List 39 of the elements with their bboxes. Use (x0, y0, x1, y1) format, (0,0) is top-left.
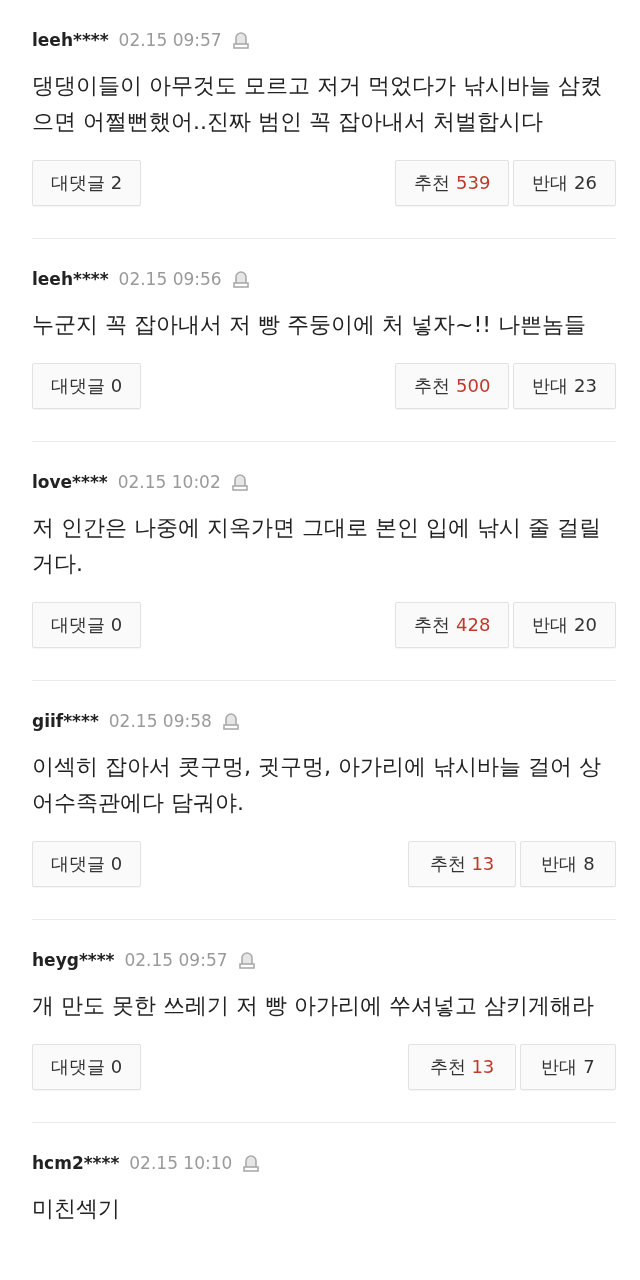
username: leeh**** (32, 30, 109, 50)
downvote-button[interactable]: 반대 20 (513, 602, 616, 648)
upvote-button[interactable]: 추천 13 (408, 841, 516, 887)
alarm-icon[interactable] (237, 950, 256, 970)
username: heyg**** (32, 950, 115, 970)
downvote-button[interactable]: 반대 23 (513, 363, 616, 409)
upvote-button[interactable]: 추천 13 (408, 1044, 516, 1090)
alarm-icon[interactable] (230, 472, 249, 492)
username: giif**** (32, 711, 99, 731)
comment-text: 저 인간은 나중에 지옥가면 그대로 본인 입에 낚시 줄 걸릴거다. (32, 514, 602, 578)
timestamp: 02.15 10:10 (129, 1153, 233, 1173)
comment-text: 미친섹기 (32, 1195, 121, 1223)
reply-button[interactable]: 대댓글 2 (32, 160, 142, 206)
reply-button[interactable]: 대댓글 0 (32, 1044, 142, 1090)
username: hcm2**** (32, 1153, 120, 1173)
reply-button[interactable]: 대댓글 0 (32, 363, 142, 409)
reply-button[interactable]: 대댓글 0 (32, 841, 142, 887)
timestamp: 02.15 09:56 (118, 269, 222, 289)
downvote-button[interactable]: 반대 8 (520, 841, 616, 887)
timestamp: 02.15 09:57 (124, 950, 228, 970)
alarm-icon[interactable] (221, 711, 240, 731)
alarm-icon[interactable] (231, 269, 250, 289)
comment-text: 개 만도 못한 쓰레기 저 빵 아가리에 쑤셔넣고 삼키게해라 (32, 992, 595, 1020)
alarm-icon[interactable] (242, 1153, 261, 1173)
downvote-button[interactable]: 반대 26 (513, 160, 616, 206)
username: love**** (32, 472, 108, 492)
upvote-button[interactable]: 추천 539 (395, 160, 510, 206)
comment-text: 이섹히 잡아서 콧구멍, 귓구멍, 아가리에 낚시바늘 걸어 상어수족관에다 담궈야. (32, 753, 602, 817)
alarm-icon[interactable] (231, 30, 250, 50)
timestamp: 02.15 09:57 (118, 30, 222, 50)
username: leeh**** (32, 269, 109, 289)
comment-text: 누군지 꼭 잡아내서 저 빵 주둥이에 처 넣자~!! 나쁜놈들 (32, 311, 588, 339)
downvote-button[interactable]: 반대 7 (520, 1044, 616, 1090)
upvote-button[interactable]: 추천 428 (395, 602, 510, 648)
upvote-button[interactable]: 추천 500 (395, 363, 510, 409)
comment-text: 댕댕이들이 아무것도 모르고 저거 먹었다가 낚시바늘 삼켰으면 어쩔뻔했어..진짜 범인 꼭 잡아내서 처벌합시다 (32, 72, 603, 136)
reply-button[interactable]: 대댓글 0 (32, 602, 142, 648)
timestamp: 02.15 09:58 (108, 711, 212, 731)
timestamp: 02.15 10:02 (117, 472, 221, 492)
